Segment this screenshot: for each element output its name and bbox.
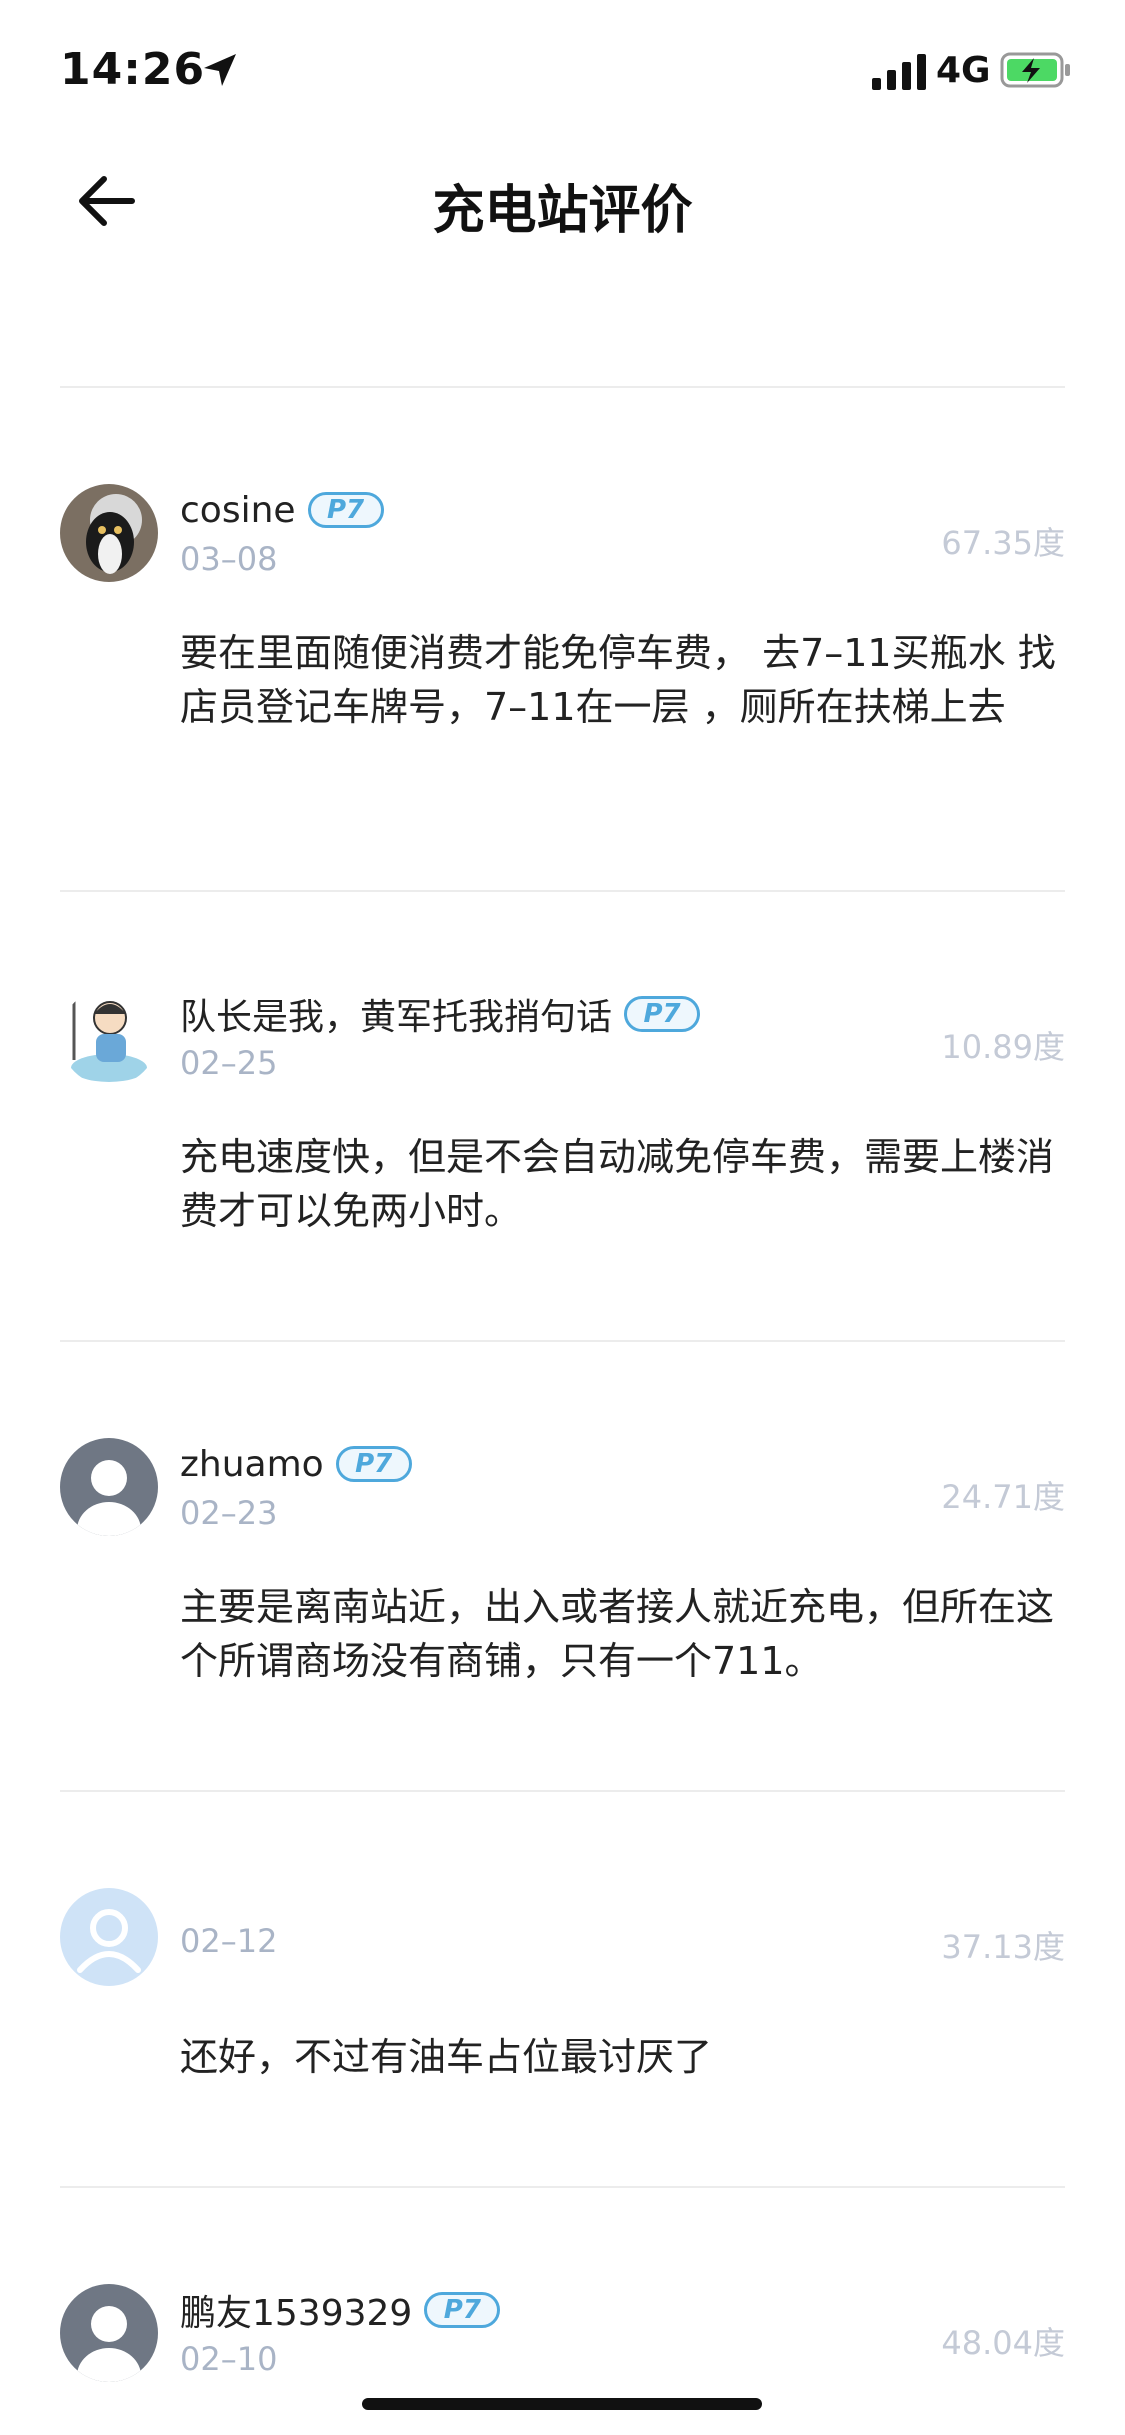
battery-charging-icon bbox=[1000, 52, 1070, 88]
review-item: zhuamo P7 02–23 24.71度 主要是离南站近，出入或者接人就近充… bbox=[60, 1438, 1065, 1698]
user-name[interactable]: 队长是我，黄军托我捎句话 bbox=[180, 988, 612, 1040]
review-item: cosine P7 03–08 67.35度 要在里面随便消费才能免停车费， 去… bbox=[60, 484, 1065, 784]
charge-energy: 67.35度 bbox=[941, 524, 1065, 562]
name-row: 鹏友1539329 P7 bbox=[180, 2284, 501, 2336]
review-item: 02–12 37.13度 还好，不过有油车占位最讨厌了 bbox=[60, 1888, 1065, 2088]
default-avatar-icon bbox=[60, 1438, 158, 1536]
name-row: cosine P7 bbox=[180, 486, 384, 534]
user-name[interactable]: zhuamo bbox=[180, 1444, 324, 1485]
avatar bbox=[60, 484, 158, 582]
name-row: 队长是我，黄军托我捎句话 P7 bbox=[180, 988, 701, 1040]
anonymous-avatar-icon bbox=[60, 1888, 158, 1986]
car-badge: P7 bbox=[424, 2292, 501, 2328]
page-title: 充电站评价 bbox=[432, 181, 693, 241]
user-name[interactable]: 鹏友1539329 bbox=[180, 2284, 412, 2336]
review-item: 队长是我，黄军托我捎句话 P7 02–25 10.89度 充电速度快，但是不会自… bbox=[60, 988, 1065, 1248]
review-text: 主要是离南站近，出入或者接人就近充电，但所在这个所谓商场没有商铺，只有一个711… bbox=[180, 1585, 1055, 1683]
network-type: 4G bbox=[936, 50, 991, 91]
review-text: 充电速度快，但是不会自动减免停车费，需要上楼消费才可以免两小时。 bbox=[180, 1135, 1055, 1233]
location-arrow-icon bbox=[204, 54, 236, 86]
name-row: zhuamo P7 bbox=[180, 1440, 412, 1488]
review-date: 02–25 bbox=[180, 1044, 278, 1082]
review-date: 02–23 bbox=[180, 1494, 278, 1532]
charge-energy: 24.71度 bbox=[941, 1478, 1065, 1516]
review-text: 还好，不过有油车占位最讨厌了 bbox=[180, 2035, 713, 2079]
car-badge: P7 bbox=[624, 996, 701, 1032]
review-date: 02–12 bbox=[180, 1922, 278, 1960]
charge-energy: 10.89度 bbox=[941, 1028, 1065, 1066]
charge-energy: 37.13度 bbox=[941, 1928, 1065, 1966]
car-badge: P7 bbox=[307, 492, 384, 528]
default-avatar-icon bbox=[60, 2284, 158, 2382]
divider bbox=[60, 890, 1065, 892]
review-item: 鹏友1539329 P7 02–10 48.04度 bbox=[60, 2284, 1065, 2404]
avatar bbox=[60, 988, 158, 1086]
review-text: 要在里面随便消费才能免停车费， 去7–11买瓶水 找店员登记车牌号，7–11在一… bbox=[180, 631, 1056, 729]
nav-bar: 充电站评价 bbox=[0, 150, 1125, 250]
divider bbox=[60, 1790, 1065, 1792]
review-date: 03–08 bbox=[180, 540, 278, 578]
charge-energy: 48.04度 bbox=[941, 2324, 1065, 2362]
review-date: 02–10 bbox=[180, 2340, 278, 2378]
divider bbox=[60, 1340, 1065, 1342]
status-time: 14:26 bbox=[60, 44, 206, 95]
divider bbox=[60, 2186, 1065, 2188]
user-name[interactable]: cosine bbox=[180, 490, 296, 531]
car-badge: P7 bbox=[335, 1446, 412, 1482]
status-bar: 14:26 4G bbox=[0, 0, 1125, 140]
divider bbox=[60, 386, 1065, 388]
home-indicator[interactable] bbox=[362, 2398, 762, 2410]
signal-icon bbox=[872, 54, 926, 90]
